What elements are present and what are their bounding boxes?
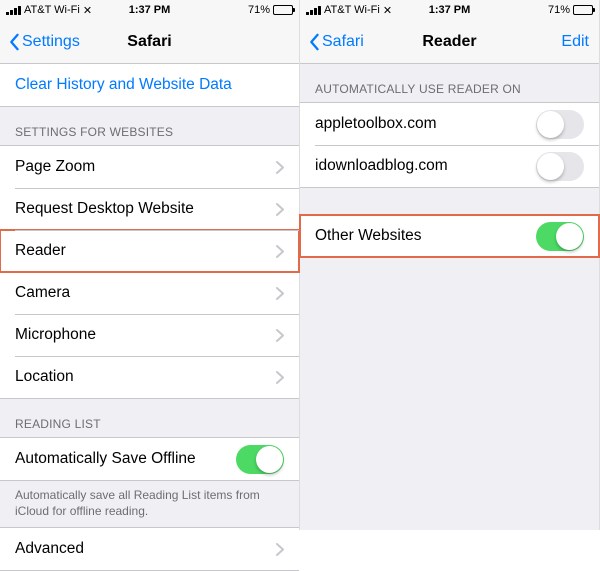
safari-settings-screen: AT&T Wi-Fi ✕ 1:37 PM 71% Settings Safari… (0, 0, 300, 530)
site-toggle[interactable] (536, 152, 584, 181)
wifi-icon: ✕ (383, 4, 392, 17)
page-zoom-row[interactable]: Page Zoom (0, 146, 299, 188)
battery-percent: 71% (548, 4, 570, 16)
auto-save-offline-toggle[interactable] (236, 445, 284, 474)
request-desktop-row[interactable]: Request Desktop Website (0, 188, 299, 230)
back-button[interactable]: Settings (8, 33, 80, 51)
signal-icon (306, 6, 321, 15)
signal-icon (6, 6, 21, 15)
clock: 1:37 PM (429, 4, 471, 16)
battery-percent: 71% (248, 4, 270, 16)
other-websites-label: Other Websites (315, 227, 422, 245)
back-label: Settings (22, 33, 80, 51)
battery-icon (273, 5, 293, 15)
back-button[interactable]: Safari (308, 33, 364, 51)
section-header-reading-list: READING LIST (0, 399, 299, 437)
reader-settings-screen: AT&T Wi-Fi ✕ 1:37 PM 71% Safari Reader E… (300, 0, 600, 530)
reader-row[interactable]: Reader (0, 230, 299, 272)
advanced-row[interactable]: Advanced (0, 528, 299, 570)
reader-label: Reader (15, 242, 66, 260)
back-label: Safari (322, 33, 364, 51)
section-header-auto-reader: AUTOMATICALLY USE READER ON (300, 64, 599, 102)
location-label: Location (15, 368, 74, 386)
chevron-right-icon (276, 329, 284, 342)
site-row-appletoolbox: appletoolbox.com (300, 103, 599, 145)
edit-button[interactable]: Edit (561, 33, 589, 51)
chevron-right-icon (276, 287, 284, 300)
clock: 1:37 PM (129, 4, 171, 16)
camera-label: Camera (15, 284, 70, 302)
nav-bar: Settings Safari (0, 20, 299, 64)
microphone-row[interactable]: Microphone (0, 314, 299, 356)
nav-bar: Safari Reader Edit (300, 20, 599, 64)
chevron-left-icon (8, 33, 20, 51)
chevron-left-icon (308, 33, 320, 51)
site-domain-label: appletoolbox.com (315, 115, 437, 133)
chevron-right-icon (276, 371, 284, 384)
clear-history-label: Clear History and Website Data (15, 76, 232, 94)
page-title: Safari (127, 33, 171, 51)
request-desktop-label: Request Desktop Website (15, 200, 194, 218)
site-domain-label: idownloadblog.com (315, 157, 448, 175)
carrier-label: AT&T Wi-Fi (324, 4, 380, 16)
chevron-right-icon (276, 161, 284, 174)
battery-icon (573, 5, 593, 15)
clear-history-button[interactable]: Clear History and Website Data (0, 64, 299, 106)
chevron-right-icon (276, 203, 284, 216)
site-row-idownloadblog: idownloadblog.com (300, 145, 599, 187)
page-zoom-label: Page Zoom (15, 158, 95, 176)
section-header-websites: SETTINGS FOR WEBSITES (0, 107, 299, 145)
chevron-right-icon (276, 543, 284, 556)
advanced-label: Advanced (15, 540, 84, 558)
auto-save-offline-row: Automatically Save Offline (0, 438, 299, 480)
status-bar: AT&T Wi-Fi ✕ 1:37 PM 71% (300, 0, 599, 20)
status-bar: AT&T Wi-Fi ✕ 1:37 PM 71% (0, 0, 299, 20)
other-websites-row: Other Websites (300, 215, 599, 257)
site-toggle[interactable] (536, 110, 584, 139)
location-row[interactable]: Location (0, 356, 299, 398)
microphone-label: Microphone (15, 326, 96, 344)
carrier-label: AT&T Wi-Fi (24, 4, 80, 16)
auto-save-offline-label: Automatically Save Offline (15, 450, 196, 468)
chevron-right-icon (276, 245, 284, 258)
other-websites-toggle[interactable] (536, 222, 584, 251)
page-title: Reader (422, 33, 476, 51)
wifi-icon: ✕ (83, 4, 92, 17)
camera-row[interactable]: Camera (0, 272, 299, 314)
reading-list-footer: Automatically save all Reading List item… (0, 481, 299, 527)
